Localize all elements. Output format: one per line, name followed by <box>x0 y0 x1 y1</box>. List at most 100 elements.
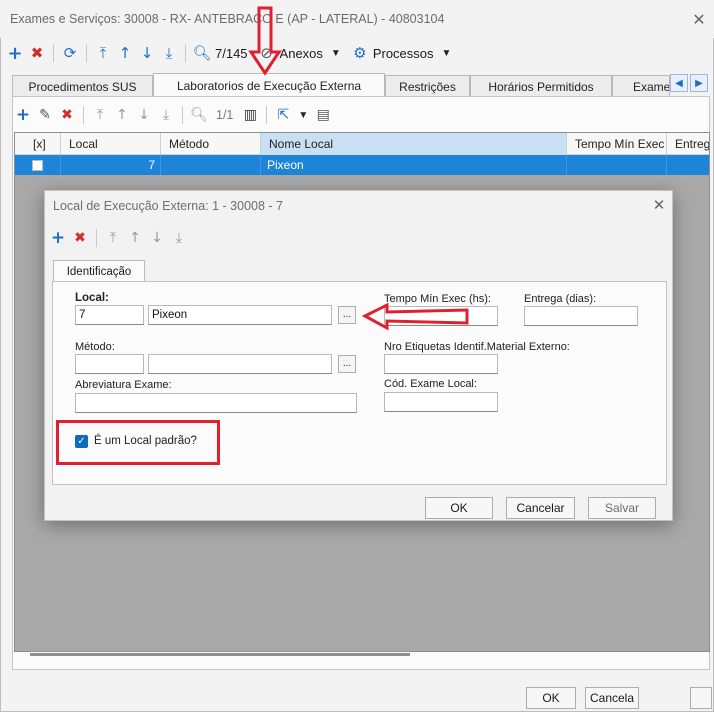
last-record-icon[interactable]: ⤓ <box>157 106 175 124</box>
next-record-icon[interactable]: ↓ <box>138 44 156 62</box>
export-icon[interactable]: ⇱ <box>274 106 292 124</box>
toolbar-separator <box>86 44 87 62</box>
add-icon[interactable]: + <box>49 228 67 248</box>
dialog-save-button[interactable]: Salvar <box>588 497 656 519</box>
chevron-down-icon[interactable]: ▼ <box>331 48 341 59</box>
grid-toolbar: + ✎ ✖ ⤒ ↑ ↓ ⤓ 🔍︎ 1/1 ▥ ⇱ ▼ ▤ <box>14 104 332 126</box>
toolbar-separator <box>53 44 54 62</box>
tab-identificacao[interactable]: Identificação <box>53 260 145 282</box>
column-header-metodo[interactable]: Método <box>161 133 261 155</box>
last-record-icon[interactable]: ⤓ <box>160 44 178 62</box>
toolbar-separator <box>83 106 84 124</box>
cell-metodo <box>161 155 261 175</box>
cancel-button[interactable]: Cancela <box>585 687 639 709</box>
local-lookup-button[interactable]: ... <box>338 306 356 324</box>
dialog-cancel-button[interactable]: Cancelar <box>506 497 575 519</box>
tab-procedimentos-sus[interactable]: Procedimentos SUS <box>12 75 153 97</box>
search-icon[interactable]: 🔍︎ <box>190 106 208 124</box>
scroll-right-icon[interactable]: ▶ <box>690 74 708 92</box>
first-record-icon[interactable]: ⤒ <box>94 44 112 62</box>
entrega-label: Entrega (dias): <box>524 293 597 305</box>
abreviatura-label: Abreviatura Exame: <box>75 379 172 391</box>
footer-extra-button[interactable] <box>690 687 712 709</box>
main-tabs: Procedimentos SUS Laboratorios de Execuç… <box>12 73 712 97</box>
anexos-menu[interactable]: Anexos <box>280 46 323 61</box>
processos-menu[interactable]: Processos <box>373 46 434 61</box>
main-toolbar: + ✖ ⟳ ⤒ ↑ ↓ ⤓ 🔍︎ 7/145 ⊘ Anexos ▼ ⚙ Proc… <box>0 40 714 66</box>
delete-icon[interactable]: ✖ <box>58 106 76 124</box>
annotation-arrow-down <box>248 6 282 76</box>
close-icon[interactable]: ✕ <box>688 9 710 29</box>
add-icon[interactable]: + <box>6 43 24 64</box>
row-checkbox-cell[interactable] <box>15 155 61 175</box>
metodo-label: Método: <box>75 341 115 353</box>
nro-etiquetas-label: Nro Etiquetas Identif.Material Externo: <box>384 341 570 353</box>
delete-icon[interactable]: ✖ <box>28 44 46 62</box>
cell-local: 7 <box>61 155 161 175</box>
cell-entrega <box>667 155 709 175</box>
row-checkbox[interactable] <box>32 159 43 171</box>
columns-icon[interactable]: ▥ <box>241 106 259 124</box>
previous-record-icon[interactable]: ↑ <box>126 229 144 247</box>
table-row[interactable]: 7 Pixeon <box>15 155 709 175</box>
add-icon[interactable]: + <box>14 105 32 125</box>
scroll-left-icon[interactable]: ◀ <box>670 74 688 92</box>
close-icon[interactable]: ✕ <box>649 195 669 215</box>
next-record-icon[interactable]: ↓ <box>148 229 166 247</box>
page-position: 1/1 <box>216 108 234 122</box>
record-position: 7/145 <box>215 45 248 61</box>
ok-button[interactable]: OK <box>526 687 576 709</box>
previous-record-icon[interactable]: ↑ <box>116 44 134 62</box>
dialog-title: Local de Execução Externa: 1 - 30008 - 7 <box>53 199 284 213</box>
chevron-down-icon[interactable]: ▼ <box>298 110 308 121</box>
window-title: Exames e Serviços: 30008 - RX- ANTEBRACO… <box>10 12 445 26</box>
column-header-tempo-min-exec[interactable]: Tempo Mín Exec <box>567 133 667 155</box>
grid-header: [x] Local Método Nome Local Tempo Mín Ex… <box>15 133 709 155</box>
tab-horarios-permitidos[interactable]: Horários Permitidos <box>470 75 612 97</box>
column-header-local[interactable]: Local <box>61 133 161 155</box>
delete-icon[interactable]: ✖ <box>71 229 89 247</box>
cell-tempo <box>567 155 667 175</box>
previous-record-icon[interactable]: ↑ <box>113 106 131 124</box>
entrega-field[interactable] <box>524 306 638 326</box>
search-icon[interactable]: 🔍︎ <box>192 44 211 62</box>
dialog-ok-button[interactable]: OK <box>425 497 493 519</box>
cod-exame-local-field[interactable] <box>384 392 498 412</box>
column-header-nome-local[interactable]: Nome Local <box>261 133 567 155</box>
abreviatura-field[interactable] <box>75 393 357 413</box>
first-record-icon[interactable]: ⤒ <box>104 229 122 247</box>
annotation-arrow-left <box>361 302 469 331</box>
metodo-name-field[interactable] <box>148 354 332 374</box>
column-header-select[interactable]: [x] <box>15 133 61 155</box>
toolbar-separator <box>96 229 97 247</box>
last-record-icon[interactable]: ⤓ <box>170 229 188 247</box>
column-header-entrega[interactable]: Entreg <box>667 133 709 155</box>
cell-nome-local: Pixeon <box>261 155 567 175</box>
document-icon[interactable]: ▤ <box>314 106 332 124</box>
horizontal-scrollbar[interactable] <box>30 653 410 656</box>
tab-laboratorios-execucao-externa[interactable]: Laboratorios de Execução Externa <box>153 73 385 97</box>
chevron-down-icon[interactable]: ▼ <box>442 48 452 59</box>
toolbar-separator <box>182 106 183 124</box>
first-record-icon[interactable]: ⤒ <box>91 106 109 124</box>
tab-restricoes[interactable]: Restrições <box>385 75 470 97</box>
cod-exame-local-label: Cód. Exame Local: <box>384 378 477 390</box>
local-code-field[interactable]: 7 <box>75 305 144 325</box>
toolbar-separator <box>266 106 268 124</box>
edit-icon[interactable]: ✎ <box>36 106 54 124</box>
local-name-field[interactable]: Pixeon <box>148 305 332 325</box>
metodo-lookup-button[interactable]: ... <box>338 355 356 373</box>
annotation-highlight-box <box>56 420 220 465</box>
dialog-local-execucao-externa: Local de Execução Externa: 1 - 30008 - 7… <box>44 190 673 521</box>
refresh-icon[interactable]: ⟳ <box>61 44 79 62</box>
metodo-code-field[interactable] <box>75 354 144 374</box>
gear-icon[interactable]: ⚙ <box>351 44 369 62</box>
toolbar-separator <box>185 44 186 62</box>
tab-scroll-buttons: ◀ ▶ <box>670 74 708 94</box>
nro-etiquetas-field[interactable] <box>384 354 498 374</box>
tab-exame[interactable]: Exame <box>612 75 670 97</box>
local-label: Local: <box>75 292 109 304</box>
dialog-toolbar: + ✖ ⤒ ↑ ↓ ⤓ <box>49 227 188 249</box>
identificacao-panel: Local: 7 Pixeon ... Método: ... Abreviat… <box>52 281 667 485</box>
next-record-icon[interactable]: ↓ <box>135 106 153 124</box>
